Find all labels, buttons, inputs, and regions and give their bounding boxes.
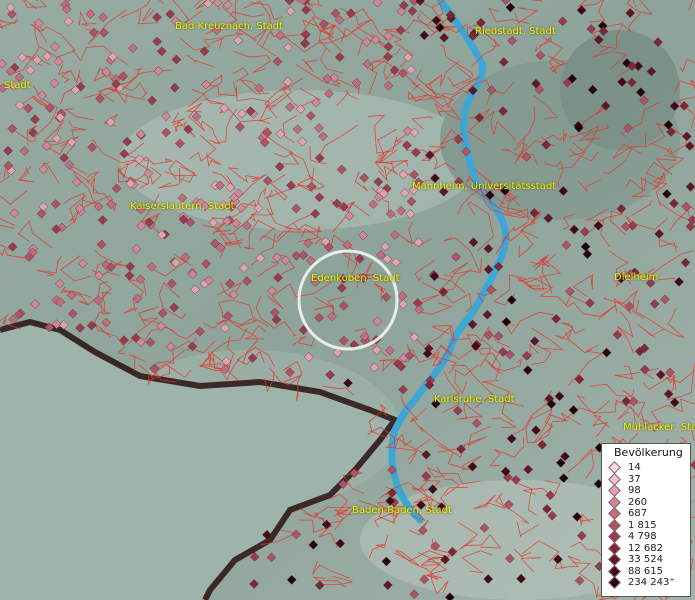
label-baden-baden: Baden-Baden, Stadt (352, 505, 452, 516)
legend-row: 687 (602, 507, 690, 521)
legend-label: 33 524 (628, 554, 663, 566)
label-edenkoben: Edenkoben, Stadt (311, 273, 400, 284)
population-legend: Bevölkerung 14 37 98 260 687 1 815 4 798 12 682… (601, 443, 691, 597)
legend-label: 88 615 (628, 565, 663, 577)
legend-label: 687 (628, 508, 648, 520)
legend-label: 234 243⁺ (628, 577, 675, 589)
legend-row: 12 682 (602, 541, 690, 555)
legend-row: 33 524 (602, 553, 690, 567)
legend-row: 260 (602, 495, 690, 509)
label-mannheim: Mannheim, Universitätsstadt (412, 181, 557, 192)
legend-diamond-icon (608, 576, 621, 590)
label-karlsruhe: Karlsruhe, Stadt (434, 394, 515, 405)
legend-title: Bevölkerung (614, 446, 683, 459)
legend-row: 1 815 (602, 518, 690, 532)
legend-row: 234 243⁺ (602, 576, 690, 590)
legend-label: 260 (628, 496, 648, 508)
legend-row: 37 (602, 472, 690, 486)
label-stadt-left: Stadt (4, 80, 31, 91)
legend-label: 37 (628, 473, 641, 485)
legend-row: 14 (602, 461, 690, 475)
legend-row: 4 798 (602, 530, 690, 544)
legend-row: 98 (602, 484, 690, 498)
label-bad-kreuznach: Bad Kreuznach, Stadt (175, 21, 284, 32)
legend-row: 88 615 (602, 564, 690, 578)
label-riedstadt: Riedstadt, Stadt (475, 26, 556, 37)
legend-label: 14 (628, 462, 641, 474)
legend-label: 1 815 (628, 519, 657, 531)
label-kaiserslautern: Kaiserslautern, Stadt (130, 201, 235, 212)
label-dielheim: Dielheim (614, 272, 659, 283)
legend-label: 98 (628, 485, 641, 497)
label-muehlacker: Mühlacker, Stadt (623, 422, 695, 433)
map-canvas[interactable] (0, 0, 695, 600)
legend-label: 4 798 (628, 531, 657, 543)
legend-label: 12 682 (628, 542, 663, 554)
